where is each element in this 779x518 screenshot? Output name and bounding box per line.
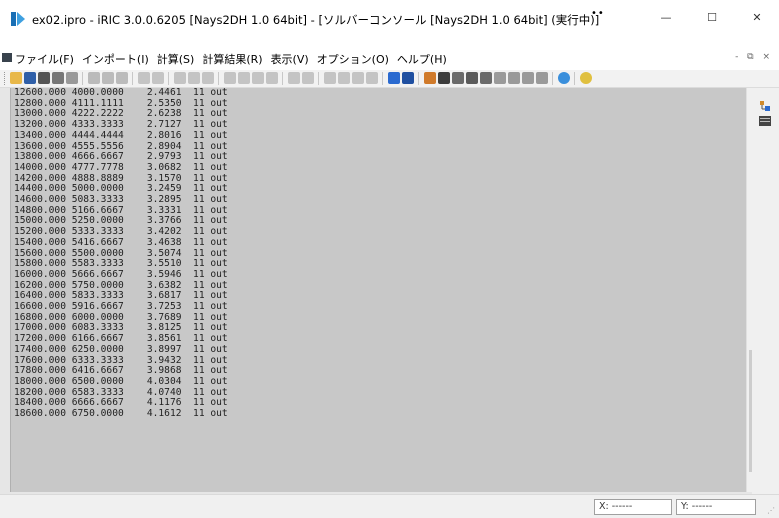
yz-plane-icon[interactable]	[188, 72, 200, 84]
toolbar-separator	[132, 72, 133, 85]
console-line: 17400.000 6250.0000 3.8997 11 out	[14, 343, 228, 355]
cross-section-icon[interactable]	[522, 72, 534, 84]
y-coordinate-display: Y: ------	[676, 499, 756, 515]
edit-icon[interactable]	[424, 72, 436, 84]
resize-grip[interactable]: ⋰	[767, 506, 777, 516]
save-icon[interactable]	[24, 72, 36, 84]
solver-console[interactable]: 12600.000 4000.0000 2.4461 11 out 12800.0…	[10, 87, 763, 492]
toolbar-separator	[574, 72, 575, 85]
menu-help[interactable]: ヘルプ(H)	[393, 51, 451, 67]
vertical-cross-section-icon[interactable]	[536, 72, 548, 84]
contour-icon[interactable]	[438, 72, 450, 84]
run-icon[interactable]	[388, 72, 400, 84]
zoom-out-x-icon[interactable]	[338, 72, 350, 84]
menu-calculation[interactable]: 計算(S)	[153, 51, 199, 67]
graph-icon[interactable]	[494, 72, 506, 84]
zoom-out-y-icon[interactable]	[366, 72, 378, 84]
toolbar-separator	[218, 72, 219, 85]
toolbar-separator	[168, 72, 169, 85]
particles-icon[interactable]	[480, 72, 492, 84]
status-bar: X: ------ Y: ------ ⋰	[0, 494, 779, 518]
zx-plane-icon[interactable]	[202, 72, 214, 84]
maximize-icon: ☐	[707, 10, 717, 24]
iric-app-icon	[11, 12, 25, 26]
title-bar: ex02.ipro - iRIC 3.0.0.6205 [Nays2DH 1.0…	[0, 0, 779, 38]
move-up-icon[interactable]	[252, 72, 264, 84]
window-title: ex02.ipro - iRIC 3.0.0.6205 [Nays2DH 1.0…	[32, 13, 600, 27]
maximize-button[interactable]: ☐	[689, 0, 735, 34]
menu-results[interactable]: 計算結果(R)	[198, 51, 266, 67]
console-line: 18600.000 6750.0000 4.1612 11 out	[14, 408, 228, 420]
continuous-snapshot-icon[interactable]	[52, 72, 64, 84]
console-line: 13400.000 4444.4444 2.8016 11 out	[14, 129, 228, 141]
toolbar-separator	[282, 72, 283, 85]
scattered-chart-icon[interactable]	[508, 72, 520, 84]
x-coordinate-display: X: ------	[594, 499, 672, 515]
xy-plane-icon[interactable]	[174, 72, 186, 84]
toolbar	[0, 70, 779, 88]
toolbar-separator	[318, 72, 319, 85]
title-extra-dots: ••	[591, 8, 605, 19]
toolbar-separator	[382, 72, 383, 85]
toolbar-separator	[82, 72, 83, 85]
undo-icon[interactable]	[88, 72, 100, 84]
reset-rotation-icon[interactable]	[152, 72, 164, 84]
open-folder-icon[interactable]	[10, 72, 22, 84]
right-dock-bar	[752, 88, 779, 494]
close-icon: ✕	[752, 10, 762, 24]
stop-icon[interactable]	[402, 72, 414, 84]
menu-bar: ファイル(F) インポート(I) 計算(S) 計算結果(R) 表示(V) オプシ…	[0, 50, 779, 68]
menu-items: ファイル(F) インポート(I) 計算(S) 計算結果(R) 表示(V) オプシ…	[11, 51, 451, 67]
menu-import[interactable]: インポート(I)	[78, 51, 153, 67]
arrows-icon[interactable]	[452, 72, 464, 84]
zoom-in-icon[interactable]	[288, 72, 300, 84]
console-output: 12600.000 4000.0000 2.4461 11 out 12800.0…	[14, 87, 228, 420]
calculator-icon[interactable]	[558, 72, 570, 84]
console-line: 15400.000 5416.6667 3.4638 11 out	[14, 236, 228, 248]
zoom-in-y-icon[interactable]	[352, 72, 364, 84]
menu-file[interactable]: ファイル(F)	[11, 51, 78, 67]
zoom-out-icon[interactable]	[302, 72, 314, 84]
redo-icon[interactable]	[102, 72, 114, 84]
toolbar-separator	[552, 72, 553, 85]
mdi-client-area: 12600.000 4000.0000 2.4461 11 out 12800.0…	[0, 87, 779, 494]
move-left-icon[interactable]	[224, 72, 236, 84]
print-icon[interactable]	[66, 72, 78, 84]
move-down-icon[interactable]	[266, 72, 278, 84]
close-button[interactable]: ✕	[734, 0, 779, 34]
move-right-icon[interactable]	[238, 72, 250, 84]
attribute-browser-icon[interactable]	[759, 116, 771, 126]
minimize-icon: —	[660, 10, 672, 24]
menu-options[interactable]: オプション(O)	[313, 51, 393, 67]
preferences-icon[interactable]	[580, 72, 592, 84]
mdi-child-controls[interactable]: - ⧉ ×	[735, 52, 773, 62]
toolbar-separator	[418, 72, 419, 85]
object-browser-icon[interactable]	[759, 100, 771, 112]
fit-icon[interactable]	[138, 72, 150, 84]
toolbar-grip[interactable]	[4, 72, 7, 85]
menu-view[interactable]: 表示(V)	[267, 51, 313, 67]
streamline-icon[interactable]	[466, 72, 478, 84]
zoom-icon[interactable]	[116, 72, 128, 84]
zoom-in-x-icon[interactable]	[324, 72, 336, 84]
minimize-button[interactable]: —	[643, 0, 689, 34]
snapshot-icon[interactable]	[38, 72, 50, 84]
